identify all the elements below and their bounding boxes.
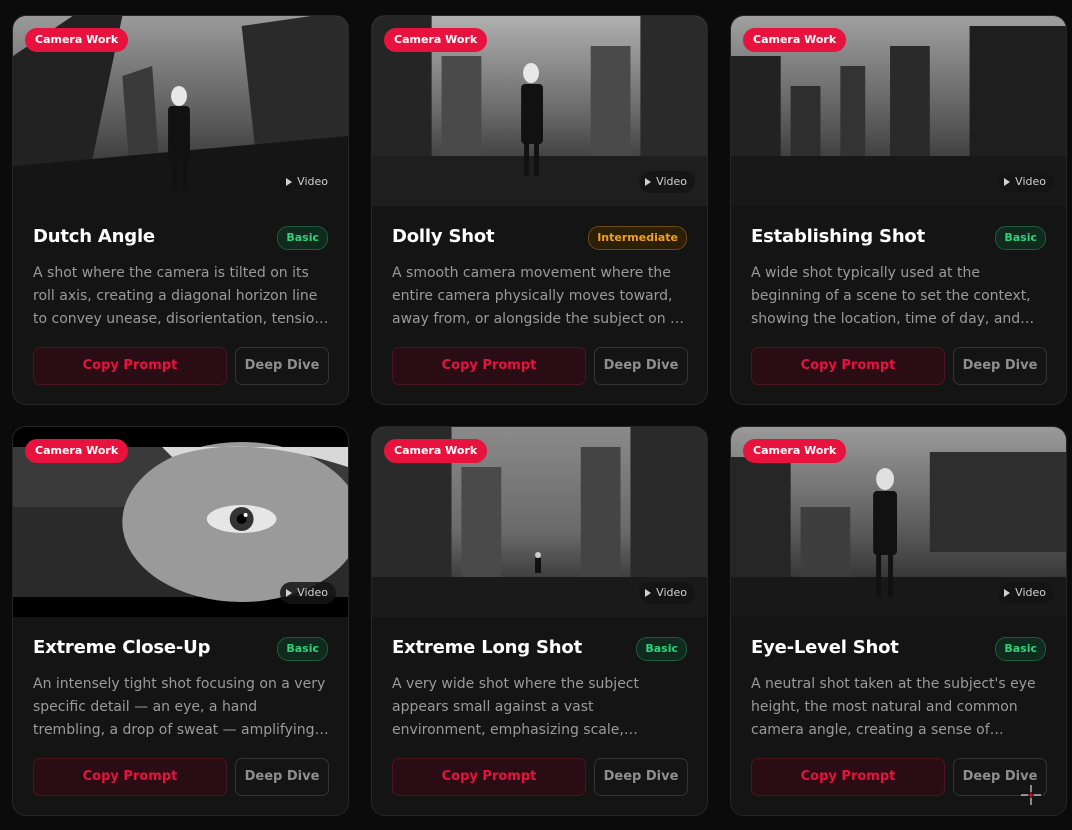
card-description: A smooth camera movement where the entir… (392, 265, 679, 327)
level-badge: Basic (995, 226, 1046, 250)
card-extreme-close-up[interactable]: Camera Work Video Extreme Close-Up Basic… (12, 426, 349, 816)
copy-prompt-button[interactable]: Copy Prompt (392, 758, 586, 796)
card-description: An intensely tight shot focusing on a ve… (33, 676, 326, 738)
card-dutch-angle[interactable]: Camera Work Video Dutch Angle Basic A sh… (12, 15, 349, 405)
card-title: Extreme Long Shot (392, 637, 582, 658)
card-description: A shot where the camera is tilted on its… (33, 265, 328, 327)
deep-dive-button[interactable]: Deep Dive (235, 758, 329, 796)
card-title: Establishing Shot (751, 226, 925, 247)
category-tag: Camera Work (25, 28, 129, 52)
video-indicator[interactable]: Video (998, 171, 1054, 193)
card-title: Dutch Angle (33, 226, 155, 247)
crosshair-cursor-icon (1021, 785, 1041, 805)
video-indicator[interactable]: Video (998, 582, 1054, 604)
deep-dive-button[interactable]: Deep Dive (594, 347, 688, 385)
level-badge: Intermediate (588, 226, 687, 250)
video-indicator[interactable]: Video (639, 171, 695, 193)
card-title: Extreme Close-Up (33, 637, 211, 658)
play-icon (645, 178, 652, 186)
card-establishing-shot[interactable]: Camera Work Video Establishing Shot Basi… (730, 15, 1067, 405)
deep-dive-button[interactable]: Deep Dive (235, 347, 329, 385)
play-icon (645, 589, 652, 597)
card-extreme-long-shot[interactable]: Camera Work Video Extreme Long Shot Basi… (371, 426, 708, 816)
card-description: A very wide shot where the subject appea… (392, 676, 639, 738)
deep-dive-button[interactable]: Deep Dive (594, 758, 688, 796)
level-badge: Basic (995, 637, 1046, 661)
copy-prompt-button[interactable]: Copy Prompt (33, 347, 227, 385)
card-description: A wide shot typically used at the beginn… (751, 265, 1031, 327)
video-indicator[interactable]: Video (280, 582, 336, 604)
copy-prompt-button[interactable]: Copy Prompt (751, 347, 945, 385)
video-indicator[interactable]: Video (280, 171, 336, 193)
card-eye-level-shot[interactable]: Camera Work Video Eye-Level Shot Basic A… (730, 426, 1067, 816)
level-badge: Basic (636, 637, 687, 661)
copy-prompt-button[interactable]: Copy Prompt (392, 347, 586, 385)
copy-prompt-button[interactable]: Copy Prompt (33, 758, 227, 796)
level-badge: Basic (277, 637, 328, 661)
play-icon (286, 178, 293, 186)
video-indicator[interactable]: Video (639, 582, 695, 604)
play-icon (1004, 589, 1011, 597)
category-tag: Camera Work (743, 28, 847, 52)
deep-dive-button[interactable]: Deep Dive (953, 347, 1047, 385)
category-tag: Camera Work (25, 439, 129, 463)
card-title: Eye-Level Shot (751, 637, 899, 658)
play-icon (286, 589, 293, 597)
card-dolly-shot[interactable]: Camera Work Video Dolly Shot Intermediat… (371, 15, 708, 405)
copy-prompt-button[interactable]: Copy Prompt (751, 758, 945, 796)
category-tag: Camera Work (384, 28, 488, 52)
category-tag: Camera Work (743, 439, 847, 463)
card-description: A neutral shot taken at the subject's ey… (751, 676, 1036, 738)
level-badge: Basic (277, 226, 328, 250)
card-title: Dolly Shot (392, 226, 495, 247)
play-icon (1004, 178, 1011, 186)
category-tag: Camera Work (384, 439, 488, 463)
